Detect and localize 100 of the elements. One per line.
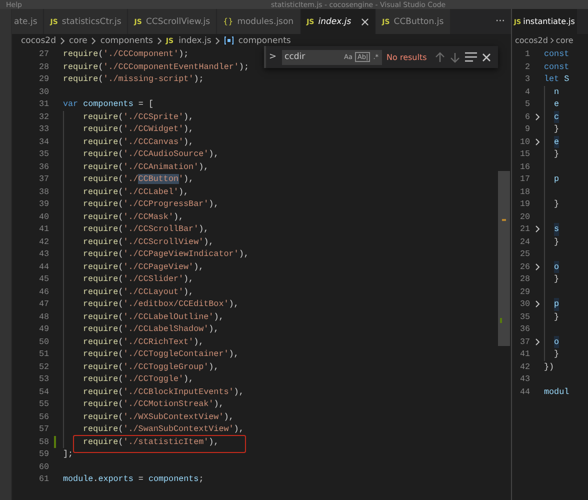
- code-line: require('./CCAnimation'),: [83, 160, 209, 173]
- line-number: 29: [518, 286, 530, 298]
- line-number: 20: [518, 210, 530, 223]
- breadcrumb-item[interactable]: components: [238, 36, 291, 46]
- line-number: 39: [38, 198, 49, 210]
- chevron-icon: [215, 36, 220, 44]
- line-number: 28: [518, 273, 530, 286]
- line-number: 40: [38, 210, 49, 223]
- fold-chevron-icon[interactable]: [534, 262, 540, 271]
- line-number: 27: [38, 48, 49, 60]
- code-line: require('./CCCanvas'),: [83, 136, 194, 148]
- line-number: 9: [524, 123, 530, 136]
- code-line: require('./CCLayout'),: [83, 286, 194, 298]
- fold-chevron-icon[interactable]: [534, 225, 540, 234]
- line-number: 16: [518, 160, 530, 173]
- line-number: 60: [38, 460, 49, 473]
- line-number: 42: [518, 360, 530, 373]
- line-number: 28: [38, 60, 49, 73]
- breadcrumb-item[interactable]: components: [100, 36, 153, 46]
- line-number: 42: [38, 236, 49, 248]
- code-line: }: [554, 198, 560, 210]
- line-number: 30: [518, 298, 530, 310]
- code-line: let S: [544, 73, 570, 86]
- line-number: 32: [38, 110, 49, 123]
- code-line: require('./CCLabelOutline'),: [83, 310, 224, 323]
- line-number: 4: [524, 86, 530, 98]
- fold-chevron-icon[interactable]: [534, 338, 540, 346]
- fold-chevron-icon[interactable]: [534, 300, 540, 308]
- line-number: 30: [38, 86, 49, 98]
- line-number: 57: [38, 423, 49, 436]
- code-line: require('./CCAudioSource'),: [83, 148, 219, 160]
- line-number: 37: [38, 173, 49, 186]
- code-line: }: [554, 148, 560, 160]
- code-line: require('./statisticItem'),: [83, 436, 219, 448]
- code-line: p: [554, 173, 560, 186]
- line-number: 33: [38, 123, 49, 136]
- editor-tab[interactable]: ate.js: [12, 9, 44, 34]
- code-line: }: [554, 348, 560, 360]
- code-line: require('./CCMask'),: [83, 210, 184, 223]
- fold-chevron-icon[interactable]: [534, 112, 540, 121]
- close-icon[interactable]: [361, 18, 370, 26]
- code-line: require('./CCScrollView'),: [83, 236, 214, 248]
- code-line: const: [544, 48, 570, 60]
- code-line: require('./missing-script');: [63, 73, 204, 86]
- code-line: require('./editbox/CCEditBox'),: [83, 298, 239, 310]
- line-number: 58: [38, 436, 49, 448]
- line-number: 41: [38, 223, 49, 236]
- line-number: 54: [38, 386, 49, 398]
- selection-icon[interactable]: [464, 52, 477, 62]
- find-status: No results: [386, 52, 427, 62]
- arrow-down-icon[interactable]: [450, 52, 460, 62]
- line-number: 3: [524, 73, 530, 86]
- line-number: 37: [518, 336, 530, 348]
- code-line: }: [554, 273, 560, 286]
- line-number: 10: [518, 136, 530, 148]
- code-line: require('./CCLabelShadow'),: [83, 323, 219, 336]
- line-number: 41: [518, 348, 530, 360]
- line-number: 25: [518, 248, 530, 260]
- code-line: }: [554, 310, 560, 323]
- line-number: 26: [518, 260, 530, 273]
- code-line: require('./CCLabel'),: [83, 186, 189, 198]
- breadcrumb-item[interactable]: cocos2d: [21, 36, 56, 46]
- code-line: require('./CCWidget'),: [83, 123, 194, 136]
- expand-toggle[interactable]: >: [269, 52, 277, 62]
- code-line: }: [554, 123, 560, 136]
- line-number: 53: [38, 373, 49, 386]
- breadcrumb-item[interactable]: index.js: [178, 36, 212, 46]
- variable-icon: [224, 36, 234, 45]
- code-line: e: [554, 98, 560, 110]
- line-number: 48: [38, 310, 49, 323]
- line-number: 38: [38, 186, 49, 198]
- line-number: 46: [38, 286, 49, 298]
- code-line: const: [544, 60, 570, 73]
- breadcrumb-item[interactable]: cocos2d: [515, 36, 548, 45]
- code-line: require('./CCToggleGroup'),: [83, 360, 219, 373]
- editor-tab[interactable]: {} modules.json: [217, 9, 301, 34]
- code-line: require('./CCProgressBar'),: [83, 198, 219, 210]
- line-number: 2: [524, 60, 530, 73]
- fold-chevron-icon[interactable]: [534, 138, 540, 146]
- breadcrumb-item[interactable]: core: [556, 36, 574, 45]
- chevron-icon: [156, 36, 162, 44]
- close-icon[interactable]: [482, 52, 491, 62]
- line-number: 18: [518, 186, 530, 198]
- line-number: 15: [518, 148, 530, 160]
- line-number: 43: [38, 248, 49, 260]
- chevron-icon: [60, 36, 65, 44]
- code-line: require('./CCButton'),: [83, 173, 194, 186]
- line-number: 29: [38, 73, 49, 86]
- breadcrumb-item[interactable]: core: [68, 36, 88, 46]
- arrow-up-icon[interactable]: [434, 52, 445, 62]
- code-line: require('./CCRichText'),: [83, 336, 204, 348]
- code-line: n: [554, 86, 560, 98]
- more-tabs-button[interactable]: ···: [489, 16, 511, 27]
- line-number: 47: [38, 298, 49, 310]
- line-number: 45: [38, 273, 49, 286]
- chevron-icon: [91, 36, 96, 44]
- line-number: 59: [38, 448, 49, 460]
- line-number: 44: [518, 386, 530, 398]
- line-number: 44: [38, 260, 49, 273]
- code-line: var components = [: [63, 98, 154, 110]
